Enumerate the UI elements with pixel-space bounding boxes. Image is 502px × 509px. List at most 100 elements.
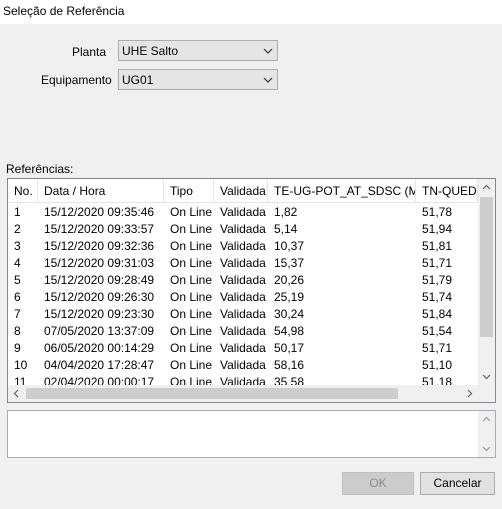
table-cell: 50,17	[274, 341, 305, 355]
table-cell: 58,16	[274, 358, 305, 372]
scroll-left-icon[interactable]	[12, 389, 21, 398]
table-body: 1 15/12/2020 09:35:46 On Line Validada 1,82 5…	[8, 204, 478, 391]
table-cell: 51,94	[422, 222, 453, 236]
table-row[interactable]: 5 15/12/2020 09:28:49 On Line Validada 20,26…	[8, 272, 478, 289]
table-cell: 8	[14, 324, 21, 338]
table-cell: 30,24	[274, 307, 305, 321]
table-cell: 15/12/2020 09:35:46	[44, 205, 155, 219]
table-cell: 51,74	[422, 290, 453, 304]
table-cell: On Line	[170, 358, 213, 372]
scroll-up-icon[interactable]	[482, 183, 491, 192]
equipamento-label: Equipamento	[41, 73, 112, 87]
table-cell: On Line	[170, 324, 213, 338]
table-cell: Validada	[220, 324, 266, 338]
table-row[interactable]: 6 15/12/2020 09:26:30 On Line Validada 25,19…	[8, 289, 478, 306]
references-label: Referências:	[6, 162, 74, 176]
table-row[interactable]: 4 15/12/2020 09:31:03 On Line Validada 15,37…	[8, 255, 478, 272]
table-cell: On Line	[170, 205, 213, 219]
table-cell: Validada	[220, 239, 266, 253]
table-cell: 51,71	[422, 256, 453, 270]
table-cell: 51,84	[422, 307, 453, 321]
table-cell: On Line	[170, 273, 213, 287]
table-cell: 5	[14, 273, 21, 287]
table-cell: 9	[14, 341, 21, 355]
table-cell: On Line	[170, 239, 213, 253]
table-cell: 15/12/2020 09:33:57	[44, 222, 155, 236]
notes-textarea[interactable]	[7, 410, 496, 458]
planta-select[interactable]: UHE Salto	[118, 40, 278, 61]
table-cell: 3	[14, 239, 21, 253]
table-cell: 7	[14, 307, 21, 321]
scroll-down-icon[interactable]	[482, 372, 491, 381]
table-row[interactable]: 1 15/12/2020 09:35:46 On Line Validada 1,82 5…	[8, 204, 478, 221]
planta-label: Planta	[72, 45, 107, 59]
column-header-queda[interactable]: TN-QUEDA_S	[416, 179, 478, 203]
table-cell: 51,10	[422, 358, 453, 372]
table-cell: 6	[14, 290, 21, 304]
vertical-scroll-thumb[interactable]	[480, 197, 493, 337]
table-cell: 4	[14, 256, 21, 270]
table-cell: 5,14	[274, 222, 298, 236]
table-cell: Validada	[220, 290, 266, 304]
table-cell: 15/12/2020 09:23:30	[44, 307, 155, 321]
window-title: Seleção de Referência	[3, 4, 125, 18]
column-header-no[interactable]: No.	[8, 179, 38, 203]
table-cell: Validada	[220, 273, 266, 287]
column-header-pot[interactable]: TE-UG-POT_AT_SDSC (MW)	[268, 179, 416, 203]
table-cell: Validada	[220, 358, 266, 372]
equipamento-select[interactable]: UG01	[118, 69, 278, 90]
table-cell: Validada	[220, 222, 266, 236]
table-cell: On Line	[170, 307, 213, 321]
table-cell: 15/12/2020 09:26:30	[44, 290, 155, 304]
table-cell: 15,37	[274, 256, 305, 270]
table-row[interactable]: 2 15/12/2020 09:33:57 On Line Validada 5,14 5…	[8, 221, 478, 238]
references-table: No. Data / Hora Tipo Validada TE-UG-POT_…	[7, 178, 496, 403]
table-cell: 54,98	[274, 324, 305, 338]
table-row[interactable]: 9 06/05/2020 00:14:29 On Line Validada 50,17…	[8, 340, 478, 357]
table-cell: Validada	[220, 256, 266, 270]
table-cell: 51,54	[422, 324, 453, 338]
planta-value: UHE Salto	[122, 44, 179, 58]
scroll-corner	[478, 385, 495, 402]
table-cell: On Line	[170, 256, 213, 270]
table-cell: 25,19	[274, 290, 305, 304]
equipamento-value: UG01	[122, 73, 154, 87]
column-header-tipo[interactable]: Tipo	[164, 179, 214, 203]
table-cell: 10,37	[274, 239, 305, 253]
table-cell: 51,78	[422, 205, 453, 219]
table-cell: 15/12/2020 09:32:36	[44, 239, 155, 253]
table-cell: On Line	[170, 222, 213, 236]
table-cell: 51,79	[422, 273, 453, 287]
table-cell: 1	[14, 205, 21, 219]
table-cell: 51,81	[422, 239, 453, 253]
table-cell: 2	[14, 222, 21, 236]
cancel-button[interactable]: Cancelar	[420, 472, 495, 495]
table-cell: Validada	[220, 307, 266, 321]
table-row[interactable]: 3 15/12/2020 09:32:36 On Line Validada 10,37…	[8, 238, 478, 255]
table-row[interactable]: 8 07/05/2020 13:37:09 On Line Validada 54,98…	[8, 323, 478, 340]
table-cell: Validada	[220, 341, 266, 355]
column-header-validada[interactable]: Validada	[214, 179, 268, 203]
table-row[interactable]: 7 15/12/2020 09:23:30 On Line Validada 30,24…	[8, 306, 478, 323]
chevron-down-icon	[263, 48, 273, 54]
table-cell: 20,26	[274, 273, 305, 287]
textarea-scrollbar[interactable]	[478, 411, 495, 457]
horizontal-scroll-thumb[interactable]	[26, 388, 398, 399]
table-header: No. Data / Hora Tipo Validada TE-UG-POT_…	[8, 179, 478, 203]
horizontal-scrollbar[interactable]	[8, 385, 478, 402]
scroll-up-icon[interactable]	[482, 415, 491, 424]
vertical-scrollbar[interactable]	[478, 179, 495, 386]
table-cell: 51,71	[422, 341, 453, 355]
table-cell: 15/12/2020 09:31:03	[44, 256, 155, 270]
table-cell: 10	[14, 358, 28, 372]
table-cell: 1,82	[274, 205, 298, 219]
table-cell: On Line	[170, 290, 213, 304]
scroll-right-icon[interactable]	[465, 389, 474, 398]
scroll-down-icon[interactable]	[482, 444, 491, 453]
table-cell: 15/12/2020 09:28:49	[44, 273, 155, 287]
ok-button[interactable]: OK	[342, 472, 414, 495]
table-cell: On Line	[170, 341, 213, 355]
table-cell: 06/05/2020 00:14:29	[44, 341, 155, 355]
column-header-datetime[interactable]: Data / Hora	[38, 179, 164, 203]
table-row[interactable]: 10 04/04/2020 17:28:47 On Line Validada 58,1…	[8, 357, 478, 374]
